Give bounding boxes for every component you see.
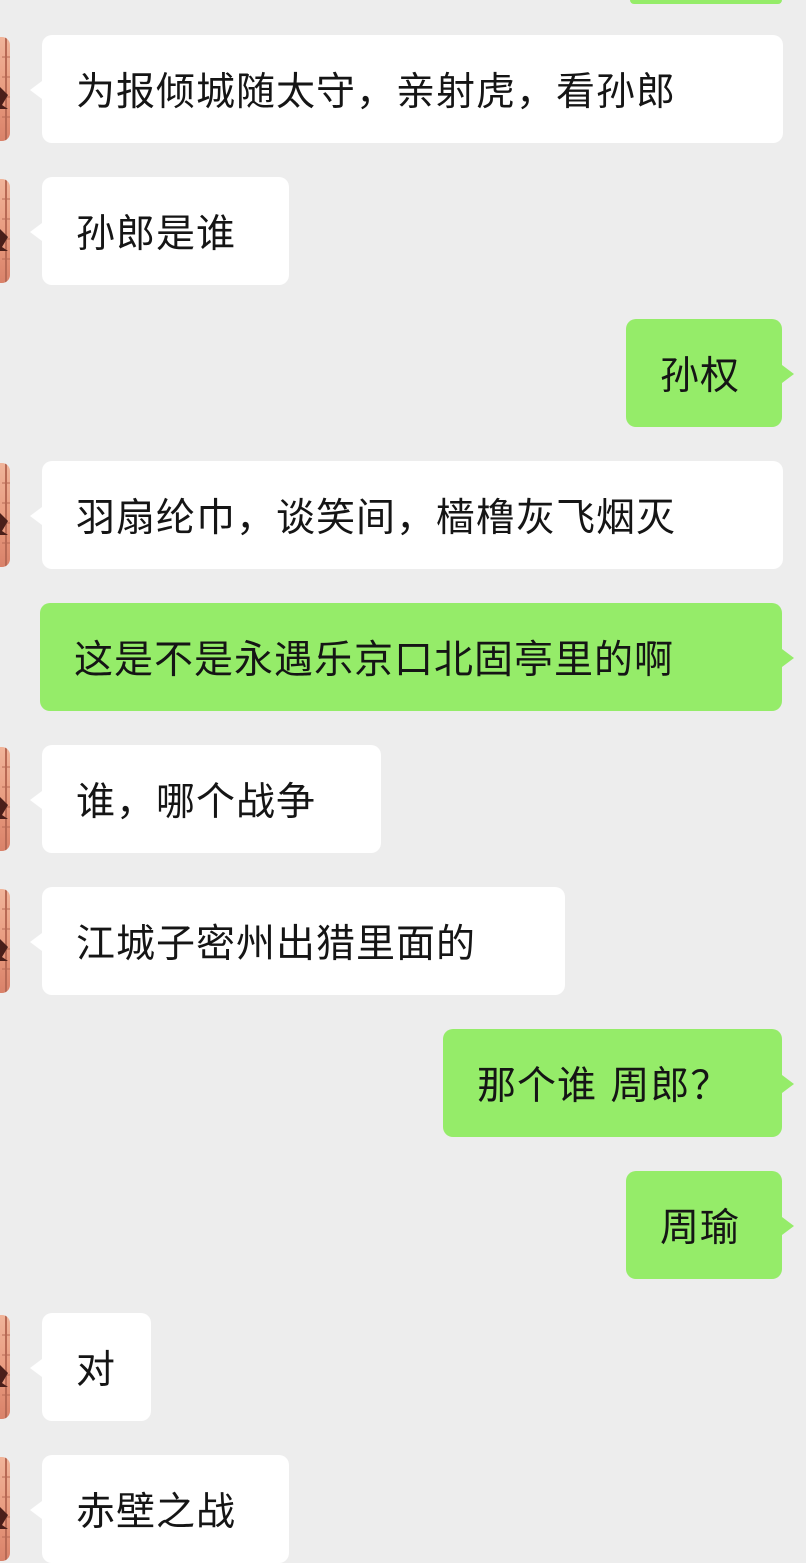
message-text: 孙郎是谁 [76, 212, 237, 257]
message-text: 谁，哪个战争 [76, 780, 317, 825]
message-bubble-outgoing[interactable]: 周瑜 [626, 1171, 794, 1279]
contact-avatar[interactable] [0, 1457, 10, 1561]
message-bubble-incoming[interactable]: 为报倾城随太守，亲射虎，看孙郎 [30, 35, 783, 143]
avatar-portrait-icon [0, 889, 10, 993]
message-text: 羽扇纶巾，谈笑间，樯橹灰飞烟灭 [76, 496, 677, 541]
avatar-portrait-icon [0, 747, 10, 851]
message-bubble-incoming[interactable]: 江城子密州出猎里面的 [30, 887, 565, 995]
message-text: 那个谁 周郎？ [477, 1064, 731, 1109]
previous-outgoing-bubble-edge [630, 0, 782, 4]
message-text: 为报倾城随太守，亲射虎，看孙郎 [76, 70, 677, 115]
message-bubble-incoming[interactable]: 孙郎是谁 [30, 177, 289, 285]
message-bubble-outgoing[interactable]: 这是不是永遇乐京口北固亭里的啊 [40, 603, 794, 711]
message-text: 赤壁之战 [76, 1490, 237, 1535]
message-text: 对 [76, 1348, 117, 1393]
avatar-portrait-icon [0, 1315, 10, 1419]
avatar-portrait-icon [0, 179, 10, 283]
contact-avatar[interactable] [0, 747, 10, 851]
message-bubble-outgoing[interactable]: 那个谁 周郎？ [443, 1029, 794, 1137]
message-bubble-incoming[interactable]: 谁，哪个战争 [30, 745, 381, 853]
message-bubble-outgoing[interactable]: 孙权 [626, 319, 794, 427]
message-text: 江城子密州出猎里面的 [76, 922, 477, 967]
contact-avatar[interactable] [0, 463, 10, 567]
message-bubble-incoming[interactable]: 赤壁之战 [30, 1455, 289, 1563]
contact-avatar[interactable] [0, 889, 10, 993]
avatar-portrait-icon [0, 37, 10, 141]
message-text: 这是不是永遇乐京口北固亭里的啊 [74, 638, 675, 683]
contact-avatar[interactable] [0, 1315, 10, 1419]
chat-window: 为报倾城随太守，亲射虎，看孙郎 孙郎是谁 孙权 羽扇纶巾，谈笑间，樯橹灰飞烟灭 … [0, 0, 806, 1563]
contact-avatar[interactable] [0, 179, 10, 283]
message-bubble-incoming[interactable]: 羽扇纶巾，谈笑间，樯橹灰飞烟灭 [30, 461, 783, 569]
contact-avatar[interactable] [0, 37, 10, 141]
message-text: 孙权 [660, 354, 741, 399]
avatar-portrait-icon [0, 1457, 10, 1561]
message-text: 周瑜 [660, 1206, 741, 1251]
avatar-portrait-icon [0, 463, 10, 567]
message-bubble-incoming[interactable]: 对 [30, 1313, 151, 1421]
